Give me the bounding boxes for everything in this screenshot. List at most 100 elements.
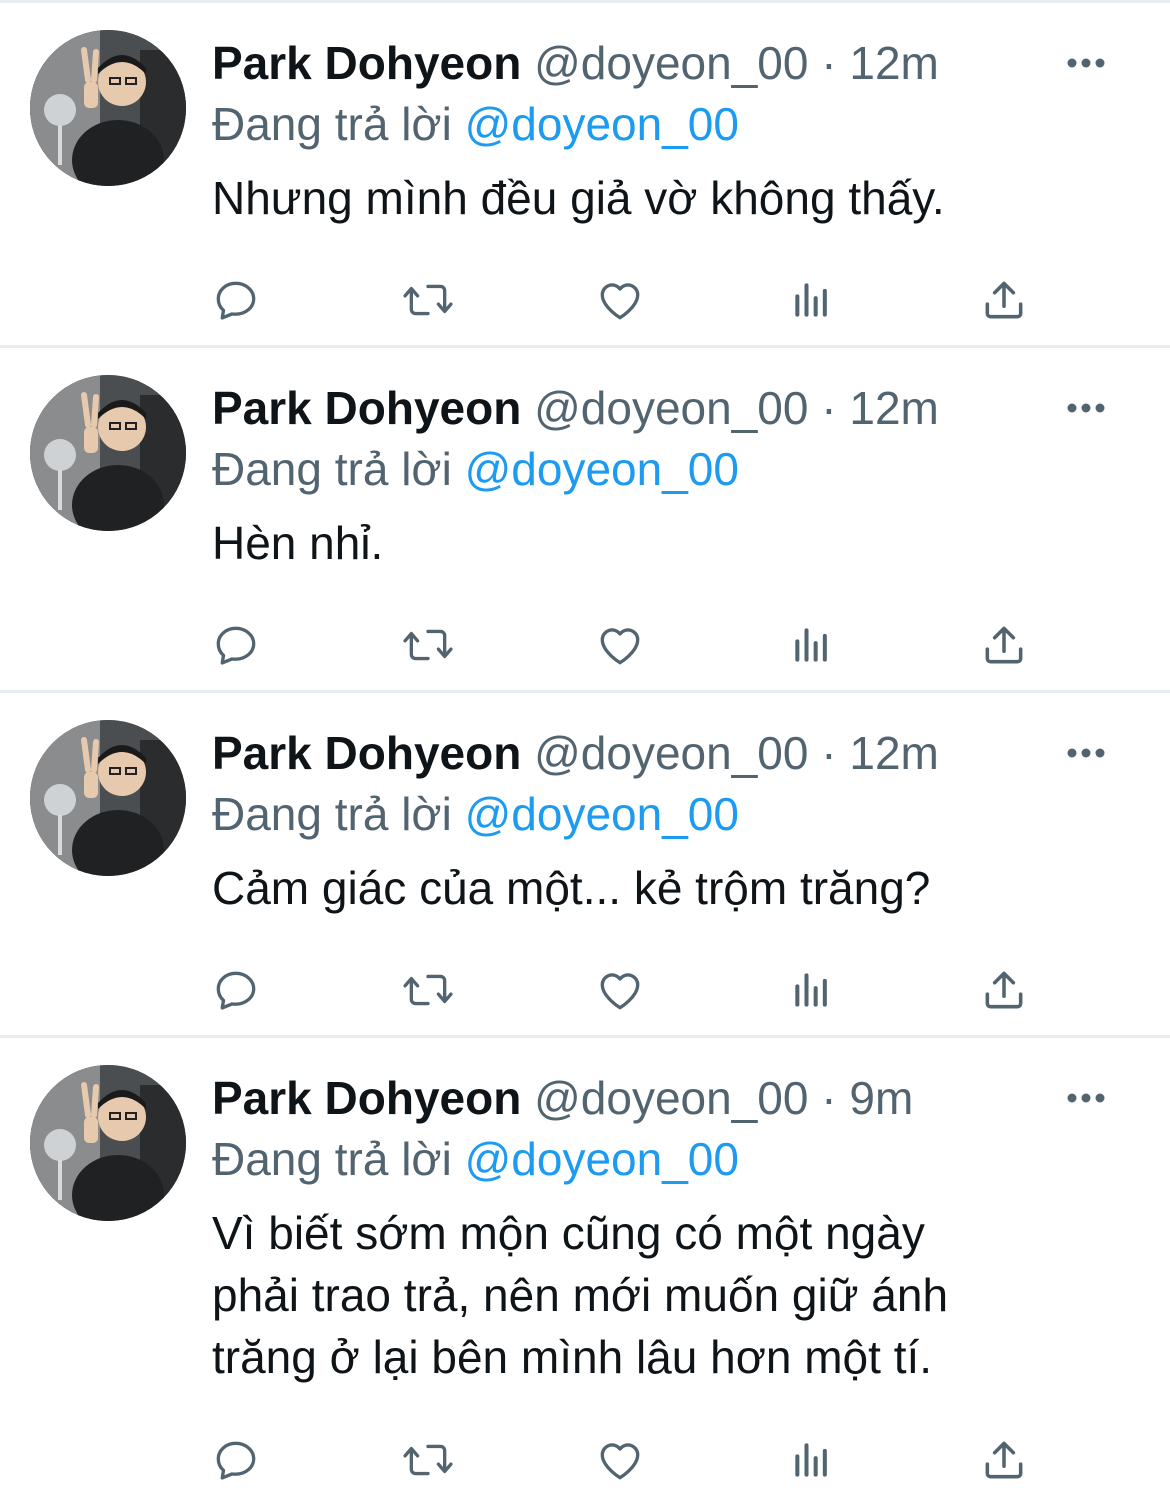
replying-to-mention[interactable]: @doyeon_00 [465, 788, 739, 840]
share-button[interactable] [976, 960, 1032, 1020]
heart-icon [600, 973, 640, 1010]
replying-to: Đang trả lời @doyeon_00 [212, 438, 1130, 500]
timestamp[interactable]: 12m [849, 382, 938, 434]
like-button[interactable] [592, 1430, 648, 1490]
replying-to-mention[interactable]: @doyeon_00 [465, 443, 739, 495]
more-horizontal-icon [1067, 748, 1105, 758]
views-bar-chart-icon [795, 1443, 827, 1477]
avatar[interactable] [30, 30, 186, 186]
tweet-text: Cảm giác của một... kẻ trộm trăng? [212, 862, 931, 914]
separator-dot: · [821, 37, 837, 89]
reply-button[interactable] [208, 960, 264, 1020]
more-button[interactable] [1056, 378, 1116, 438]
replying-to: Đang trả lời @doyeon_00 [212, 93, 1130, 155]
retweet-icon [403, 629, 453, 661]
views-button[interactable] [784, 270, 840, 330]
replying-to: Đang trả lời @doyeon_00 [212, 783, 1130, 845]
tweet-header: Park Dohyeon @doyeon_00 · 12m [212, 33, 1130, 93]
tweet-text: Hèn nhỉ. [212, 517, 384, 569]
display-name[interactable]: Park Dohyeon [212, 37, 521, 89]
views-button[interactable] [784, 960, 840, 1020]
replying-to-label: Đang trả lời [212, 98, 452, 150]
more-horizontal-icon [1067, 1093, 1105, 1103]
tweet-item[interactable]: Park Dohyeon @doyeon_00 · 12m Đang trả l… [0, 693, 1170, 1038]
share-button[interactable] [976, 615, 1032, 675]
avatar[interactable] [30, 720, 186, 876]
reply-bubble-icon [216, 281, 256, 320]
tweet-item[interactable]: Park Dohyeon @doyeon_00 · 12m Đang trả l… [0, 348, 1170, 693]
avatar[interactable] [30, 375, 186, 531]
more-button[interactable] [1056, 1068, 1116, 1128]
tweet-actions [212, 960, 1052, 1020]
tweet-item[interactable]: Park Dohyeon @doyeon_00 · 9m Đang trả lờ… [0, 1038, 1170, 1504]
tweet-actions [212, 615, 1052, 675]
share-button[interactable] [976, 270, 1032, 330]
user-handle[interactable]: @doyeon_00 [534, 1072, 808, 1124]
retweet-icon [403, 974, 453, 1006]
share-upload-icon [985, 1441, 1023, 1479]
display-name[interactable]: Park Dohyeon [212, 727, 521, 779]
reply-bubble-icon [216, 626, 256, 665]
like-button[interactable] [592, 960, 648, 1020]
retweet-icon [403, 1444, 453, 1476]
more-horizontal-icon [1067, 403, 1105, 413]
replying-to: Đang trả lời @doyeon_00 [212, 1128, 1130, 1190]
replying-to-label: Đang trả lời [212, 788, 452, 840]
tweet-body: Park Dohyeon @doyeon_00 · 12m Đang trả l… [212, 378, 1130, 574]
replying-to-label: Đang trả lời [212, 1133, 452, 1185]
separator-dot: · [821, 727, 837, 779]
like-button[interactable] [592, 615, 648, 675]
display-name[interactable]: Park Dohyeon [212, 1072, 521, 1124]
separator-dot: · [821, 382, 837, 434]
retweet-button[interactable] [400, 270, 456, 330]
replying-to-mention[interactable]: @doyeon_00 [465, 98, 739, 150]
reply-bubble-icon [216, 1441, 256, 1480]
views-bar-chart-icon [795, 973, 827, 1007]
user-handle[interactable]: @doyeon_00 [534, 37, 808, 89]
share-button[interactable] [976, 1430, 1032, 1490]
heart-icon [600, 1443, 640, 1480]
views-button[interactable] [784, 1430, 840, 1490]
reply-button[interactable] [208, 1430, 264, 1490]
timestamp[interactable]: 12m [849, 727, 938, 779]
retweet-button[interactable] [400, 615, 456, 675]
avatar[interactable] [30, 1065, 186, 1221]
share-upload-icon [985, 626, 1023, 664]
retweet-icon [403, 284, 453, 316]
replying-to-mention[interactable]: @doyeon_00 [465, 1133, 739, 1185]
replying-to-label: Đang trả lời [212, 443, 452, 495]
user-handle[interactable]: @doyeon_00 [534, 727, 808, 779]
timestamp[interactable]: 12m [849, 37, 938, 89]
tweet-header: Park Dohyeon @doyeon_00 · 12m [212, 378, 1130, 438]
tweet-text: Nhưng mình đều giả vờ không thấy. [212, 172, 945, 224]
heart-icon [600, 628, 640, 665]
more-button[interactable] [1056, 723, 1116, 783]
tweet-header: Park Dohyeon @doyeon_00 · 12m [212, 723, 1130, 783]
reply-button[interactable] [208, 270, 264, 330]
tweet-body: Park Dohyeon @doyeon_00 · 12m Đang trả l… [212, 723, 1130, 919]
user-handle[interactable]: @doyeon_00 [534, 382, 808, 434]
timestamp[interactable]: 9m [849, 1072, 913, 1124]
views-bar-chart-icon [795, 283, 827, 317]
tweet-item[interactable]: Park Dohyeon @doyeon_00 · 12m Đang trả l… [0, 3, 1170, 348]
tweet-header: Park Dohyeon @doyeon_00 · 9m [212, 1068, 1130, 1128]
tweet-text: Vì biết sớm mộn cũng có một ngày phải tr… [212, 1207, 949, 1383]
views-button[interactable] [784, 615, 840, 675]
reply-bubble-icon [216, 971, 256, 1010]
more-horizontal-icon [1067, 58, 1105, 68]
share-upload-icon [985, 281, 1023, 319]
like-button[interactable] [592, 270, 648, 330]
tweet-body: Park Dohyeon @doyeon_00 · 12m Đang trả l… [212, 33, 1130, 229]
tweet-body: Park Dohyeon @doyeon_00 · 9m Đang trả lờ… [212, 1068, 1130, 1388]
retweet-button[interactable] [400, 960, 456, 1020]
views-bar-chart-icon [795, 628, 827, 662]
heart-icon [600, 283, 640, 320]
display-name[interactable]: Park Dohyeon [212, 382, 521, 434]
retweet-button[interactable] [400, 1430, 456, 1490]
tweet-actions [212, 1430, 1052, 1490]
share-upload-icon [985, 971, 1023, 1009]
separator-dot: · [821, 1072, 837, 1124]
more-button[interactable] [1056, 33, 1116, 93]
reply-button[interactable] [208, 615, 264, 675]
tweet-actions [212, 270, 1052, 330]
